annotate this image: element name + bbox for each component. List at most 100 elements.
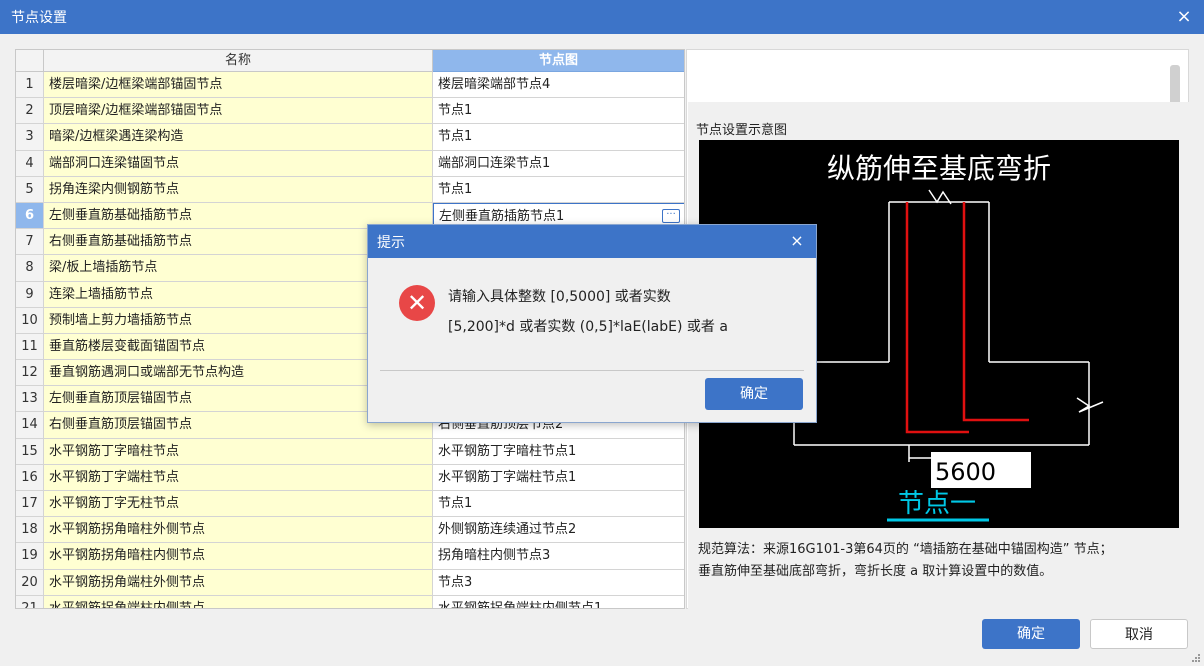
table-row[interactable]: 18 水平钢筋拐角暗柱外侧节点 外侧钢筋连续通过节点2 bbox=[16, 517, 684, 544]
node-diagram-value: 节点3 bbox=[438, 574, 473, 590]
node-diagram-cell[interactable]: 节点3 bbox=[433, 569, 684, 596]
row-number[interactable]: 13 bbox=[16, 386, 44, 413]
row-number[interactable]: 1 bbox=[16, 72, 44, 99]
node-diagram-value: 水平钢筋丁字暗柱节点1 bbox=[438, 443, 577, 459]
row-number[interactable]: 17 bbox=[16, 491, 44, 518]
node-diagram-value: 端部洞口连梁节点1 bbox=[438, 155, 551, 171]
node-name-cell: 顶层暗梁/边框梁端部锚固节点 bbox=[44, 98, 433, 125]
node-diagram-value: 节点1 bbox=[438, 496, 473, 511]
row-number[interactable]: 12 bbox=[16, 360, 44, 387]
table-row[interactable]: 4 端部洞口连梁锚固节点 端部洞口连梁节点1 bbox=[16, 150, 684, 177]
alert-message-line2: [5,200]*d 或者实数 (0,5]*laE(labE) 或者 a bbox=[448, 319, 728, 335]
table-row[interactable]: 19 水平钢筋拐角暗柱内侧节点 拐角暗柱内侧节点3 bbox=[16, 543, 684, 570]
table-row[interactable]: 21 水平钢筋拐角端柱内侧节点 水平钢筋拐角端柱内侧节点1 bbox=[16, 595, 684, 609]
alert-close-button[interactable]: × bbox=[788, 232, 806, 250]
window-title: 节点设置 bbox=[11, 10, 67, 26]
row-number[interactable]: 20 bbox=[16, 569, 44, 596]
row-number[interactable]: 16 bbox=[16, 464, 44, 491]
node-name-cell: 水平钢筋丁字暗柱节点 bbox=[44, 438, 433, 465]
table-row[interactable]: 3 暗梁/边框梁遇连梁构造 节点1 bbox=[16, 124, 684, 151]
table-row[interactable]: 5 拐角连梁内侧钢筋节点 节点1 bbox=[16, 176, 684, 203]
row-number[interactable]: 9 bbox=[16, 281, 44, 308]
row-number[interactable]: 2 bbox=[16, 98, 44, 125]
node-name-cell: 端部洞口连梁锚固节点 bbox=[44, 150, 433, 177]
node-name-cell: 水平钢筋丁字无柱节点 bbox=[44, 491, 433, 518]
node-diagram-cell[interactable]: 节点1 bbox=[433, 98, 684, 125]
row-number[interactable]: 10 bbox=[16, 307, 44, 334]
alert-ok-button[interactable]: 确定 bbox=[705, 378, 803, 410]
rule-description-line2: 垂直筋伸至基础底部弯折，弯折长度 a 取计算设置中的数值。 bbox=[698, 564, 1053, 579]
window-titlebar: 节点设置 × bbox=[0, 0, 1204, 34]
node-diagram-cell[interactable]: 节点1 bbox=[433, 176, 684, 203]
node-diagram-cell[interactable]: 水平钢筋丁字端柱节点1 bbox=[433, 464, 684, 491]
node-diagram-value: 节点1 bbox=[438, 103, 473, 119]
node-diagram-cell[interactable]: 拐角暗柱内侧节点3 bbox=[433, 543, 684, 570]
cancel-button[interactable]: 取消 bbox=[1090, 619, 1188, 649]
node-name-cell: 水平钢筋拐角暗柱内侧节点 bbox=[44, 543, 433, 570]
resize-grip-icon[interactable] bbox=[1190, 652, 1200, 662]
row-number[interactable]: 18 bbox=[16, 517, 44, 544]
node-diagram-cell[interactable]: 节点1 bbox=[433, 124, 684, 151]
table-row[interactable]: 2 顶层暗梁/边框梁端部锚固节点 节点1 bbox=[16, 98, 684, 125]
table-row[interactable]: 15 水平钢筋丁字暗柱节点 水平钢筋丁字暗柱节点1 bbox=[16, 438, 684, 465]
alert-title: 提示 bbox=[377, 234, 405, 251]
node-name-cell: 暗梁/边框梁遇连梁构造 bbox=[44, 124, 433, 151]
node-diagram-value: 水平钢筋丁字端柱节点1 bbox=[438, 469, 577, 485]
wall-outline bbox=[793, 189, 1104, 462]
rule-description: 规范算法：来源16G101-3第64页的 “墙插筋在基础中锚固构造” 节点； 垂… bbox=[698, 539, 1184, 583]
table-row[interactable]: 1 楼层暗梁/边框梁端部锚固节点 楼层暗梁端部节点4 bbox=[16, 72, 684, 99]
diagram-caption: 节点一 bbox=[898, 489, 976, 519]
row-number[interactable]: 8 bbox=[16, 255, 44, 282]
node-name-cell: 拐角连梁内侧钢筋节点 bbox=[44, 176, 433, 203]
node-diagram-cell[interactable]: 水平钢筋拐角端柱内侧节点1 bbox=[433, 595, 684, 609]
row-number[interactable]: 7 bbox=[16, 229, 44, 256]
node-diagram-value: 拐角暗柱内侧节点3 bbox=[438, 548, 551, 564]
node-diagram-value: 水平钢筋拐角端柱内侧节点1 bbox=[438, 600, 603, 609]
node-diagram-cell[interactable]: 节点1 bbox=[433, 491, 684, 518]
table-row[interactable]: 16 水平钢筋丁字端柱节点 水平钢筋丁字端柱节点1 bbox=[16, 464, 684, 491]
row-number[interactable]: 6 bbox=[16, 202, 44, 230]
rule-description-line1: 规范算法：来源16G101-3第64页的 “墙插筋在基础中锚固构造” 节点； bbox=[698, 542, 1113, 557]
alert-message-line1: 请输入具体整数 [0,5000] 或者实数 bbox=[448, 289, 671, 305]
header-node-diagram[interactable]: 节点图 bbox=[433, 50, 684, 72]
node-name-cell: 楼层暗梁/边框梁端部锚固节点 bbox=[44, 72, 433, 99]
alert-titlebar: 提示 × bbox=[368, 225, 816, 258]
node-diagram-value: 外侧钢筋连续通过节点2 bbox=[438, 522, 577, 538]
table-row[interactable]: 17 水平钢筋丁字无柱节点 节点1 bbox=[16, 491, 684, 518]
row-number[interactable]: 14 bbox=[16, 412, 44, 439]
alert-message: 请输入具体整数 [0,5000] 或者实数 [5,200]*d 或者实数 (0,… bbox=[448, 282, 728, 342]
preview-title: 节点设置示意图 bbox=[696, 123, 788, 138]
node-diagram-value: 节点1 bbox=[438, 129, 473, 145]
node-diagram-cell[interactable]: 外侧钢筋连续通过节点2 bbox=[433, 517, 684, 544]
row-number[interactable]: 11 bbox=[16, 333, 44, 361]
node-diagram-cell[interactable]: 水平钢筋丁字暗柱节点1 bbox=[433, 438, 684, 465]
row-number[interactable]: 4 bbox=[16, 150, 44, 177]
row-number[interactable]: 19 bbox=[16, 543, 44, 570]
error-icon: ✕ bbox=[399, 285, 435, 321]
ellipsis-button[interactable]: ··· bbox=[662, 208, 680, 223]
node-diagram-value: 楼层暗梁端部节点4 bbox=[438, 77, 551, 92]
diagram-heading: 纵筋伸至基底弯折 bbox=[827, 152, 1051, 185]
rebar bbox=[905, 202, 1029, 434]
row-number[interactable]: 3 bbox=[16, 124, 44, 151]
row-number[interactable]: 21 bbox=[16, 595, 44, 608]
node-diagram-cell[interactable]: 端部洞口连梁节点1 bbox=[433, 150, 684, 177]
row-number[interactable]: 15 bbox=[16, 438, 44, 465]
alert-dialog: 提示 × ✕ 请输入具体整数 [0,5000] 或者实数 [5,200]*d 或… bbox=[367, 224, 817, 423]
node-name-cell: 水平钢筋拐角端柱内侧节点 bbox=[44, 595, 433, 608]
table-row[interactable]: 20 水平钢筋拐角端柱外侧节点 节点3 bbox=[16, 569, 684, 596]
window-close-button[interactable]: × bbox=[1174, 7, 1194, 27]
node-name-cell: 水平钢筋拐角暗柱外侧节点 bbox=[44, 517, 433, 544]
node-name-cell: 水平钢筋丁字端柱节点 bbox=[44, 464, 433, 491]
row-number[interactable]: 5 bbox=[16, 176, 44, 203]
alert-divider bbox=[380, 370, 804, 371]
table-header: 名称 节点图 bbox=[16, 50, 684, 72]
dimension-value: 5600 bbox=[935, 458, 996, 486]
node-diagram-value: 节点1 bbox=[438, 181, 473, 197]
node-diagram-value: 左侧垂直筋插筋节点1 bbox=[439, 208, 565, 224]
header-name[interactable]: 名称 bbox=[44, 50, 433, 72]
ok-button[interactable]: 确定 bbox=[982, 619, 1080, 649]
node-name-cell: 水平钢筋拐角端柱外侧节点 bbox=[44, 569, 433, 596]
node-diagram-cell[interactable]: 楼层暗梁端部节点4 bbox=[433, 72, 684, 99]
header-row-number bbox=[16, 50, 44, 72]
